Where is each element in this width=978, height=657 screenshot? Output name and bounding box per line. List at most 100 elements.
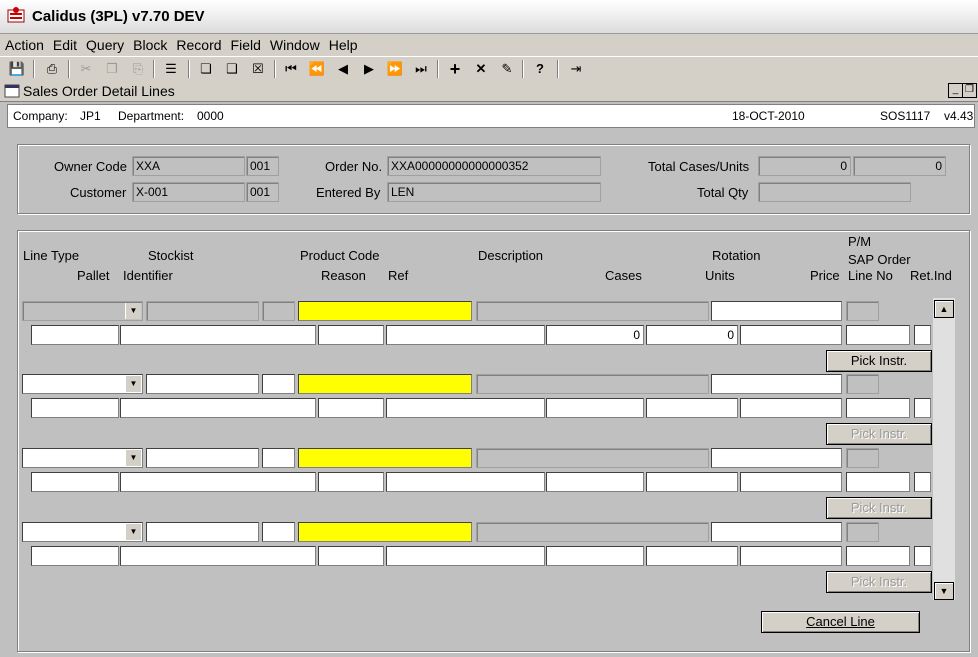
pick-instr-button[interactable]: Pick Instr. bbox=[826, 350, 932, 372]
product-code-field[interactable] bbox=[298, 522, 472, 542]
line-type-select[interactable]: ▼ bbox=[22, 448, 143, 468]
sap-order-line-no-field[interactable] bbox=[846, 546, 910, 566]
scroll-down-icon[interactable]: ▼ bbox=[934, 582, 954, 600]
identifier-field[interactable] bbox=[120, 472, 316, 492]
reason-field[interactable] bbox=[318, 325, 384, 345]
identifier-field[interactable] bbox=[120, 546, 316, 566]
product-code-field[interactable] bbox=[298, 448, 472, 468]
reason-field[interactable] bbox=[318, 398, 384, 418]
pick-instr-button[interactable]: Pick Instr. bbox=[826, 497, 932, 519]
exit-icon[interactable]: ⇥ bbox=[567, 60, 585, 78]
cases-field[interactable] bbox=[546, 546, 644, 566]
line-type-select[interactable]: ▼ bbox=[22, 301, 143, 321]
restore-icon[interactable]: ❐ bbox=[962, 83, 977, 98]
price-field[interactable] bbox=[740, 325, 842, 345]
pallet-field[interactable] bbox=[31, 546, 119, 566]
help-icon[interactable]: ? bbox=[531, 60, 549, 78]
pallet-field[interactable] bbox=[31, 472, 119, 492]
stockist-suffix-field[interactable] bbox=[262, 374, 295, 394]
pick-instr-button[interactable]: Pick Instr. bbox=[826, 571, 932, 593]
identifier-field[interactable] bbox=[120, 398, 316, 418]
units-field[interactable]: 0 bbox=[646, 325, 738, 345]
stockist-suffix-field[interactable] bbox=[262, 301, 295, 321]
total-units-field[interactable]: 0 bbox=[853, 156, 946, 176]
clear-form-icon[interactable]: ❏ bbox=[197, 60, 215, 78]
ret-ind-field[interactable] bbox=[914, 472, 931, 492]
ref-field[interactable] bbox=[386, 325, 545, 345]
previous-record-icon[interactable]: ◀ bbox=[334, 60, 352, 78]
ref-field[interactable] bbox=[386, 546, 545, 566]
owner-code-field[interactable]: XXA bbox=[132, 156, 245, 176]
ref-field[interactable] bbox=[386, 472, 545, 492]
sap-order-line-no-field[interactable] bbox=[846, 472, 910, 492]
cut-icon[interactable]: ✂ bbox=[77, 60, 95, 78]
query-icon[interactable]: ❑ bbox=[223, 60, 241, 78]
units-field[interactable] bbox=[646, 398, 738, 418]
next-block-icon[interactable]: ⏩ bbox=[386, 60, 404, 78]
chevron-down-icon[interactable]: ▼ bbox=[125, 524, 141, 540]
units-field[interactable] bbox=[646, 472, 738, 492]
product-code-field[interactable] bbox=[298, 301, 472, 321]
pallet-field[interactable] bbox=[31, 325, 119, 345]
list-icon[interactable]: ☰ bbox=[162, 60, 180, 78]
stockist-field[interactable] bbox=[146, 301, 259, 321]
menu-query[interactable]: Query bbox=[81, 34, 128, 53]
pallet-field[interactable] bbox=[31, 398, 119, 418]
menu-help[interactable]: Help bbox=[324, 34, 362, 53]
customer-suffix-field[interactable]: 001 bbox=[246, 182, 279, 202]
reason-field[interactable] bbox=[318, 546, 384, 566]
line-type-select[interactable]: ▼ bbox=[22, 374, 143, 394]
customer-field[interactable]: X-001 bbox=[132, 182, 245, 202]
sap-order-line-no-field[interactable] bbox=[846, 398, 910, 418]
cases-field[interactable] bbox=[546, 472, 644, 492]
first-record-icon[interactable]: ⏮ bbox=[282, 60, 300, 78]
menu-record[interactable]: Record bbox=[171, 34, 225, 53]
entered-by-field[interactable]: LEN bbox=[387, 182, 601, 202]
cancel-query-icon[interactable]: ☒ bbox=[249, 60, 267, 78]
rotation-field[interactable] bbox=[711, 522, 842, 542]
ret-ind-field[interactable] bbox=[914, 546, 931, 566]
stockist-suffix-field[interactable] bbox=[262, 448, 295, 468]
next-record-icon[interactable]: ▶ bbox=[360, 60, 378, 78]
menu-block[interactable]: Block bbox=[128, 34, 171, 53]
scroll-up-icon[interactable]: ▲ bbox=[934, 300, 954, 318]
stockist-suffix-field[interactable] bbox=[262, 522, 295, 542]
identifier-field[interactable] bbox=[120, 325, 316, 345]
rotation-field[interactable] bbox=[711, 301, 842, 321]
lines-scrollbar[interactable]: ▲ ▼ bbox=[933, 298, 955, 600]
menu-field[interactable]: Field bbox=[226, 34, 265, 53]
delete-record-icon[interactable]: ✕ bbox=[472, 60, 490, 78]
minimize-icon[interactable]: _ bbox=[948, 83, 963, 98]
stockist-field[interactable] bbox=[146, 522, 259, 542]
chevron-down-icon[interactable]: ▼ bbox=[125, 450, 141, 466]
pick-instr-button[interactable]: Pick Instr. bbox=[826, 423, 932, 445]
price-field[interactable] bbox=[740, 398, 842, 418]
owner-code-suffix-field[interactable]: 001 bbox=[246, 156, 279, 176]
sap-order-line-no-field[interactable] bbox=[846, 325, 910, 345]
ref-field[interactable] bbox=[386, 398, 545, 418]
rotation-field[interactable] bbox=[711, 448, 842, 468]
reason-field[interactable] bbox=[318, 472, 384, 492]
total-cases-field[interactable]: 0 bbox=[758, 156, 851, 176]
copy-icon[interactable]: ❐ bbox=[103, 60, 121, 78]
price-field[interactable] bbox=[740, 472, 842, 492]
stockist-field[interactable] bbox=[146, 448, 259, 468]
duplicate-record-icon[interactable]: ✎ bbox=[498, 60, 516, 78]
menu-edit[interactable]: Edit bbox=[48, 34, 81, 53]
cancel-line-button[interactable]: Cancel Line bbox=[761, 611, 920, 633]
menu-window[interactable]: Window bbox=[265, 34, 324, 53]
price-field[interactable] bbox=[740, 546, 842, 566]
order-no-field[interactable]: XXA00000000000000352 bbox=[387, 156, 601, 176]
stockist-field[interactable] bbox=[146, 374, 259, 394]
cases-field[interactable] bbox=[546, 398, 644, 418]
save-icon[interactable]: 💾 bbox=[8, 60, 26, 78]
chevron-down-icon[interactable]: ▼ bbox=[125, 303, 141, 319]
menu-action[interactable]: Action bbox=[0, 34, 48, 53]
insert-record-icon[interactable]: + bbox=[446, 60, 464, 78]
ret-ind-field[interactable] bbox=[914, 398, 931, 418]
previous-block-icon[interactable]: ⏪ bbox=[308, 60, 326, 78]
rotation-field[interactable] bbox=[711, 374, 842, 394]
paste-icon[interactable]: ⎘ bbox=[129, 60, 147, 78]
ret-ind-field[interactable] bbox=[914, 325, 931, 345]
units-field[interactable] bbox=[646, 546, 738, 566]
